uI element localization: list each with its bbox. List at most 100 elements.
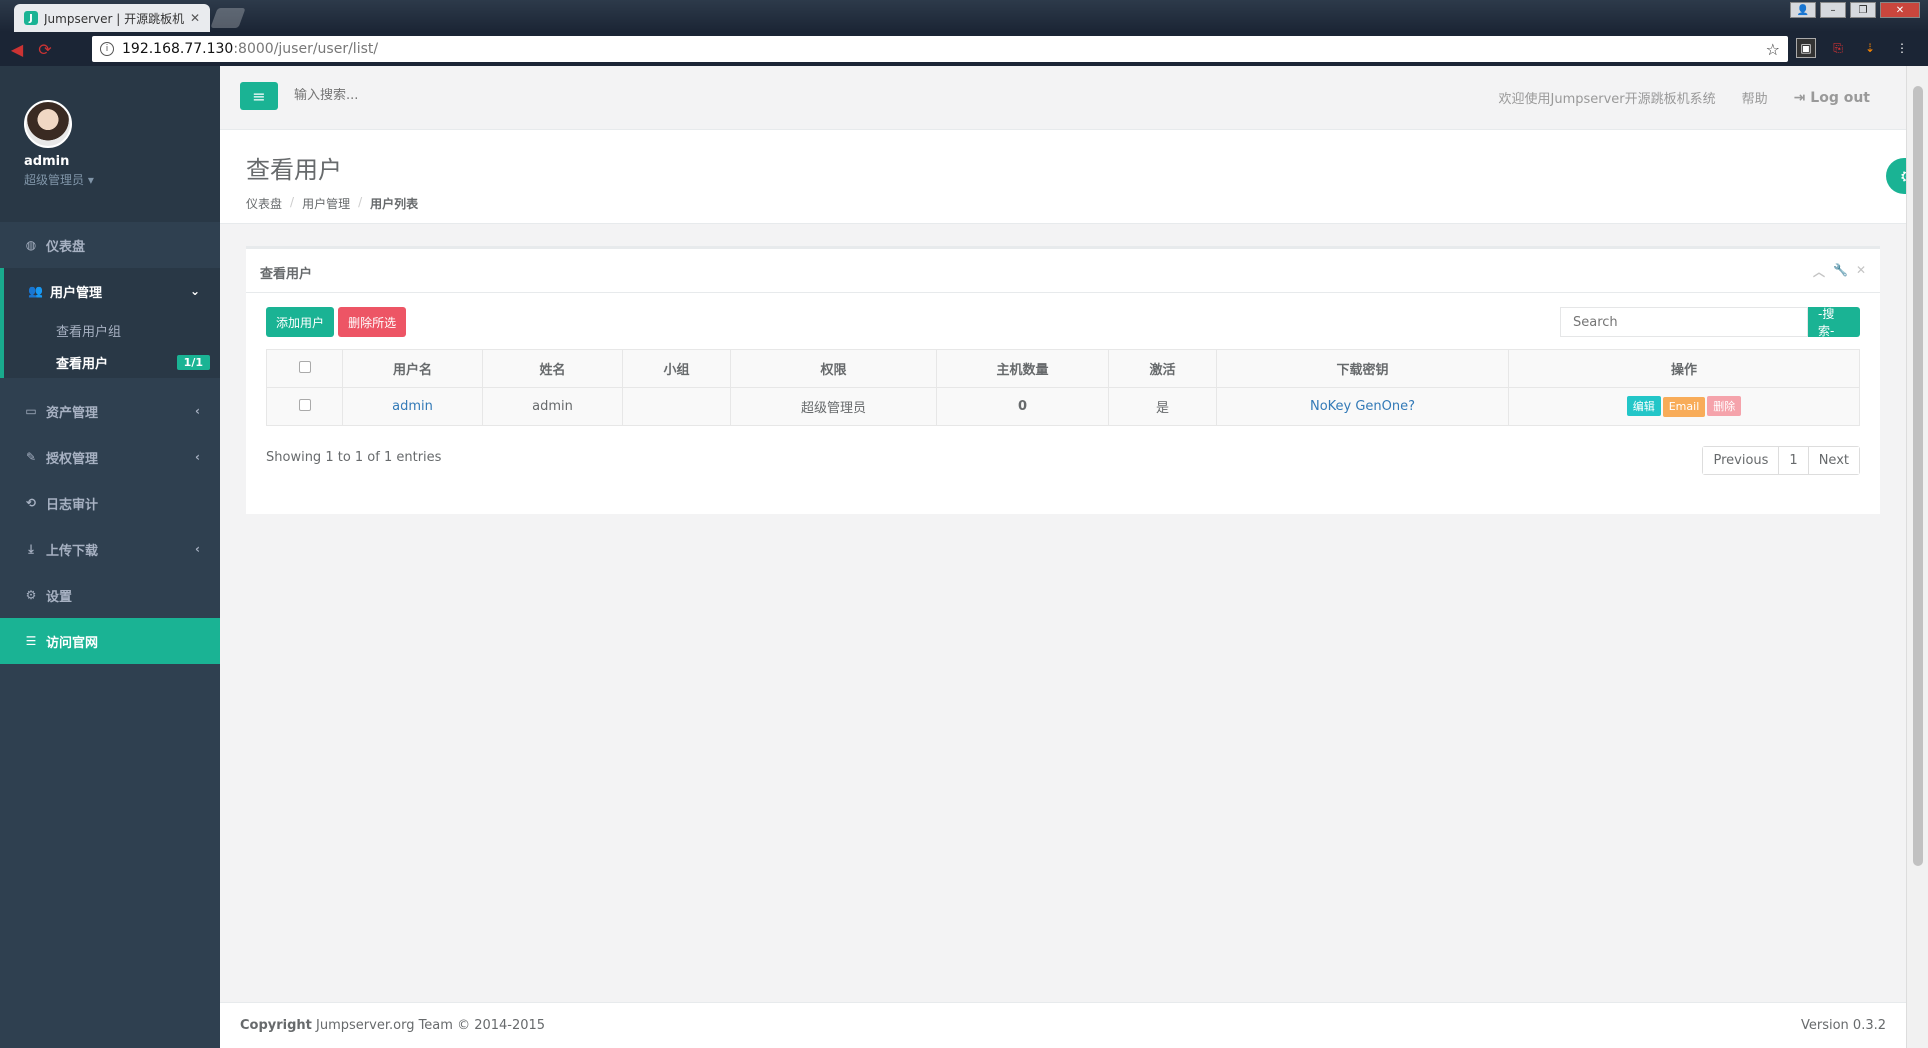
sidebar-subitem-user-groups[interactable]: 查看用户组 xyxy=(4,314,220,346)
add-user-button[interactable]: 添加用户 xyxy=(266,307,335,337)
table-toolbar: 添加用户 删除所选 -搜索- xyxy=(266,307,1860,341)
back-icon[interactable]: ◀ xyxy=(6,38,28,60)
generate-key-link[interactable]: NoKey GenOne? xyxy=(1216,387,1509,426)
close-icon[interactable]: ✕ xyxy=(190,11,200,25)
sidebar-item-dashboard[interactable]: ◍ 仪表盘 xyxy=(0,222,220,268)
extension-icon[interactable]: ▣ xyxy=(1796,38,1816,58)
extension-icons: ▣ ⎘ ⇣ ⋮ xyxy=(1796,38,1912,58)
sidebar-item-label: 访问官网 xyxy=(46,635,99,651)
maximize-icon[interactable]: ❐ xyxy=(1850,2,1876,18)
chrome-menu-icon[interactable]: ⋮ xyxy=(1892,38,1912,58)
hamburger-icon: ≡ xyxy=(252,86,266,106)
reload-icon[interactable]: ⟳ xyxy=(34,38,56,60)
sidebar-item-settings[interactable]: ⚙ 设置 xyxy=(0,572,220,618)
sidebar-item-transfer[interactable]: ⤓ 上传下载 ‹ xyxy=(0,526,220,572)
laptop-icon: ▭ xyxy=(25,404,37,418)
pagination-previous[interactable]: Previous xyxy=(1703,447,1780,474)
edit-button[interactable]: 编辑 xyxy=(1626,396,1661,417)
select-all-checkbox[interactable] xyxy=(298,360,311,373)
history-icon: ⟲ xyxy=(25,496,37,510)
new-tab-button[interactable] xyxy=(210,8,246,28)
username-link[interactable]: admin xyxy=(342,387,483,426)
sidebar-item-label: 设置 xyxy=(46,589,73,605)
delete-button[interactable]: 删除 xyxy=(1707,396,1742,417)
chevron-left-icon: ‹ xyxy=(195,404,200,418)
user-list-panel: 查看用户 ︿ 🔧 ✕ 添加用户 删除所选 -搜索- 用户名 xyxy=(246,246,1880,514)
breadcrumb-current: 用户列表 xyxy=(370,197,419,211)
row-checkbox[interactable] xyxy=(298,398,311,411)
sidebar-subitem-label: 查看用户 xyxy=(56,356,109,372)
browser-toolbar: ◀ ⟳ i 192.168.77.130:8000/juser/user/lis… xyxy=(0,32,1928,66)
sidebar-item-label: 授权管理 xyxy=(46,451,99,467)
user-icon[interactable]: 👤 xyxy=(1790,2,1816,18)
logout-label: Log out xyxy=(1810,89,1870,106)
database-icon: ☰ xyxy=(25,634,37,648)
sidebar-item-label: 上传下载 xyxy=(46,543,99,559)
avatar[interactable] xyxy=(24,100,72,148)
table-footer: Showing 1 to 1 of 1 entries Previous 1 N… xyxy=(266,446,1860,480)
sign-out-icon: ⇥ xyxy=(1793,89,1811,106)
breadcrumb: 仪表盘 / 用户管理 / 用户列表 xyxy=(246,195,419,212)
profile-role-dropdown[interactable]: 超级管理员 ▾ xyxy=(24,171,220,188)
gear-icon: ⚙ xyxy=(25,588,37,602)
bookmark-star-icon[interactable]: ☆ xyxy=(1766,40,1780,59)
table-row: admin admin 超级管理员 0 是 NoKey GenOne? 编辑 Em… xyxy=(266,387,1860,426)
scrollbar-thumb[interactable] xyxy=(1913,86,1923,866)
breadcrumb-item[interactable]: 仪表盘 xyxy=(246,195,282,212)
browser-tab[interactable]: J Jumpserver | 开源跳板机 ✕ xyxy=(14,4,210,32)
window-close-icon[interactable]: ✕ xyxy=(1880,2,1920,18)
sidebar-item-logs[interactable]: ⟲ 日志审计 xyxy=(0,480,220,526)
page-footer: Copyright Jumpserver.org Team © 2014-201… xyxy=(220,1002,1906,1048)
sidebar-item-label: 日志审计 xyxy=(46,497,99,513)
pagination-next[interactable]: Next xyxy=(1808,447,1859,474)
pdf-extension-icon[interactable]: ⎘ xyxy=(1828,38,1848,58)
search-input[interactable] xyxy=(1560,307,1808,337)
help-link[interactable]: 帮助 xyxy=(1742,88,1768,107)
column-header[interactable]: 主机数量 xyxy=(936,349,1109,388)
sidebar-item-assets[interactable]: ▭ 资产管理 ‹ xyxy=(0,388,220,434)
main-content: ≡ 欢迎使用Jumpserver开源跳板机系统 帮助 ⇥ Log out 查看用… xyxy=(220,66,1928,1048)
panel-title: 查看用户 xyxy=(260,267,313,282)
breadcrumb-item[interactable]: 用户管理 xyxy=(302,195,350,212)
delete-selected-button[interactable]: 删除所选 xyxy=(338,307,407,337)
pagination-page[interactable]: 1 xyxy=(1779,447,1809,474)
column-header[interactable]: 小组 xyxy=(622,349,731,388)
page-scrollbar[interactable] xyxy=(1906,66,1928,1048)
sidebar-subitem-users[interactable]: 查看用户 1/1 xyxy=(4,346,220,378)
menu-toggle-button[interactable]: ≡ xyxy=(240,82,278,110)
search-button[interactable]: -搜索- xyxy=(1808,307,1860,338)
column-header[interactable]: 用户名 xyxy=(342,349,483,388)
url-host: 192.168.77.130 xyxy=(122,41,234,57)
minimize-icon[interactable]: – xyxy=(1820,2,1846,18)
download-extension-icon[interactable]: ⇣ xyxy=(1860,38,1880,58)
jumpserver-favicon-icon: J xyxy=(24,11,38,25)
sidebar-item-users[interactable]: 👥 用户管理 ⌄ xyxy=(4,268,220,314)
page-heading: 查看用户 仪表盘 / 用户管理 / 用户列表 ⚙ xyxy=(220,130,1928,224)
address-bar[interactable]: i 192.168.77.130:8000/juser/user/list/ ☆ xyxy=(92,36,1788,62)
top-navbar: ≡ 欢迎使用Jumpserver开源跳板机系统 帮助 ⇥ Log out xyxy=(220,66,1906,130)
user-table: 用户名 姓名 小组 权限 主机数量 激活 下载密钥 操作 admin admin… xyxy=(266,349,1860,426)
select-all-cell xyxy=(266,349,343,388)
column-header[interactable]: 下载密钥 xyxy=(1216,349,1509,388)
download-icon: ⤓ xyxy=(28,541,34,556)
chevron-up-icon[interactable]: ︿ xyxy=(1813,263,1825,280)
actions-cell: 编辑 Email 删除 xyxy=(1508,387,1860,426)
wrench-icon[interactable]: 🔧 xyxy=(1833,263,1848,280)
close-icon[interactable]: ✕ xyxy=(1856,263,1866,280)
column-header[interactable]: 姓名 xyxy=(482,349,623,388)
column-header[interactable]: 激活 xyxy=(1108,349,1217,388)
sidebar-group-users: 👥 用户管理 ⌄ 查看用户组 查看用户 1/1 xyxy=(0,268,220,378)
host-count-cell: 0 xyxy=(936,387,1109,426)
email-button[interactable]: Email xyxy=(1662,396,1706,417)
info-icon[interactable]: i xyxy=(100,42,114,56)
profile-name: admin xyxy=(24,154,70,169)
chevron-down-icon: ⌄ xyxy=(189,284,200,298)
column-header[interactable]: 权限 xyxy=(730,349,937,388)
sidebar-item-label: 资产管理 xyxy=(46,405,99,421)
top-right-nav: 欢迎使用Jumpserver开源跳板机系统 帮助 ⇥ Log out xyxy=(1499,88,1871,108)
top-search-input[interactable] xyxy=(294,88,594,103)
logout-link[interactable]: ⇥ Log out xyxy=(1794,90,1870,106)
sidebar-item-official-site[interactable]: ☰ 访问官网 xyxy=(0,618,220,664)
sidebar-item-permissions[interactable]: ✎ 授权管理 ‹ xyxy=(0,434,220,480)
name-cell: admin xyxy=(482,387,623,426)
